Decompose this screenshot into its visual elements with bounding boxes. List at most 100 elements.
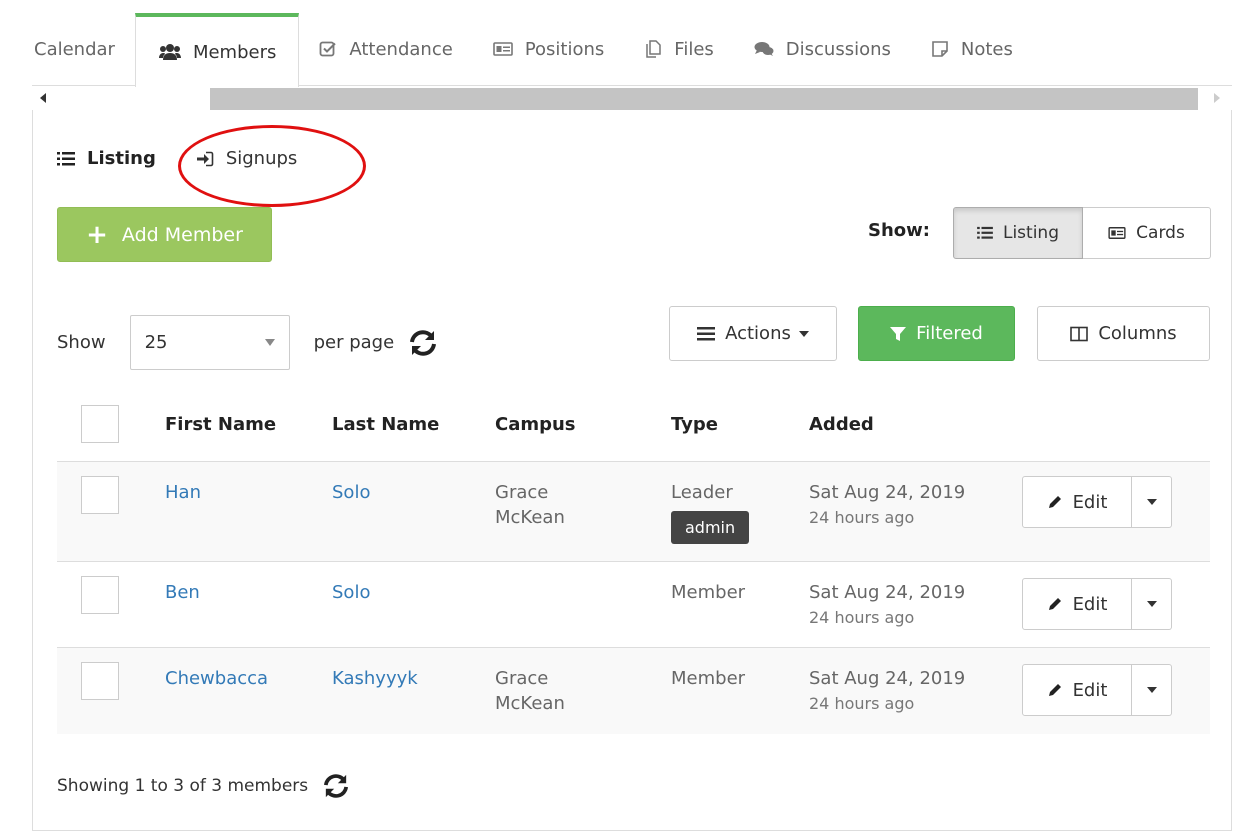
subnav-listing[interactable]: Listing bbox=[57, 148, 156, 169]
table-row: Chewbacca Kashyyyk Grace McKean Member S… bbox=[57, 648, 1210, 734]
row-edit-group: Edit bbox=[1022, 476, 1172, 528]
view-listing-button[interactable]: Listing bbox=[953, 207, 1083, 259]
filtered-button[interactable]: Filtered bbox=[858, 306, 1015, 361]
caret-down-icon bbox=[1146, 601, 1157, 607]
type-value: Member bbox=[671, 668, 746, 689]
edit-dropdown-toggle[interactable] bbox=[1132, 578, 1172, 630]
tab-positions[interactable]: Positions bbox=[473, 13, 624, 85]
note-icon bbox=[931, 40, 949, 58]
tab-notes[interactable]: Notes bbox=[911, 13, 1033, 85]
type-value: Leader bbox=[671, 482, 733, 503]
filtered-label: Filtered bbox=[916, 323, 983, 344]
type-cell: Member bbox=[671, 666, 745, 691]
table-row: Ben Solo Member Sat Aug 24, 2019 24 hour… bbox=[57, 562, 1210, 648]
edit-dropdown-toggle[interactable] bbox=[1132, 476, 1172, 528]
header-campus[interactable]: Campus bbox=[495, 414, 576, 435]
campus-line: McKean bbox=[495, 693, 565, 714]
view-listing-label: Listing bbox=[1002, 223, 1059, 243]
added-ago: 24 hours ago bbox=[809, 694, 915, 713]
edit-label: Edit bbox=[1072, 593, 1108, 615]
columns-button[interactable]: Columns bbox=[1037, 306, 1210, 361]
row-checkbox[interactable] bbox=[81, 662, 119, 700]
edit-dropdown-toggle[interactable] bbox=[1132, 664, 1172, 716]
campus-line: McKean bbox=[495, 507, 565, 528]
select-all-checkbox[interactable] bbox=[81, 405, 119, 443]
tab-files[interactable]: Files bbox=[624, 13, 734, 85]
refresh-icon[interactable] bbox=[408, 329, 438, 356]
pencil-icon bbox=[1047, 596, 1063, 612]
first-name-link[interactable]: Ben bbox=[165, 580, 200, 605]
members-table: First Name Last Name Campus Type Added H… bbox=[57, 390, 1210, 734]
last-name-link[interactable]: Kashyyyk bbox=[332, 666, 418, 691]
status-badge: admin bbox=[671, 511, 750, 544]
check-square-icon bbox=[319, 40, 337, 58]
caret-down-icon bbox=[1146, 499, 1157, 505]
add-member-label: Add Member bbox=[121, 223, 243, 246]
type-cell: Member bbox=[671, 580, 745, 605]
chevron-down-icon bbox=[264, 339, 275, 346]
edit-label: Edit bbox=[1072, 679, 1108, 701]
row-checkbox[interactable] bbox=[81, 476, 119, 514]
per-page-suffix: per page bbox=[313, 332, 395, 353]
first-name-link[interactable]: Chewbacca bbox=[165, 666, 268, 691]
edit-button[interactable]: Edit bbox=[1022, 578, 1132, 630]
campus-line: Grace bbox=[495, 482, 549, 503]
tab-attendance[interactable]: Attendance bbox=[299, 13, 472, 85]
header-added[interactable]: Added bbox=[809, 414, 874, 435]
summary-text: Showing 1 to 3 of 3 members bbox=[57, 776, 309, 796]
row-edit-group: Edit bbox=[1022, 664, 1172, 716]
added-ago: 24 hours ago bbox=[809, 508, 915, 527]
id-card-icon bbox=[1108, 226, 1126, 240]
tab-scrollbar[interactable] bbox=[32, 88, 1232, 110]
tab-label: Members bbox=[192, 41, 277, 63]
comments-icon bbox=[754, 41, 774, 57]
plus-icon: + bbox=[86, 219, 108, 250]
campus-cell: Grace McKean bbox=[495, 666, 565, 716]
last-name-link[interactable]: Solo bbox=[332, 580, 370, 605]
per-page-prefix: Show bbox=[57, 332, 106, 353]
header-last-name[interactable]: Last Name bbox=[332, 414, 439, 435]
per-page-select[interactable]: 25 bbox=[129, 315, 290, 370]
row-checkbox[interactable] bbox=[81, 576, 119, 614]
added-date: Sat Aug 24, 2019 bbox=[809, 482, 966, 503]
tab-label: Positions bbox=[524, 38, 605, 60]
view-cards-label: Cards bbox=[1136, 223, 1185, 243]
edit-label: Edit bbox=[1072, 491, 1108, 513]
tab-label: Attendance bbox=[349, 38, 453, 60]
members-panel: Listing Signups + Add Member Show: Listi… bbox=[32, 110, 1232, 831]
add-member-button[interactable]: + Add Member bbox=[57, 207, 272, 262]
first-name-link[interactable]: Han bbox=[165, 480, 201, 505]
table-summary: Showing 1 to 3 of 3 members bbox=[57, 774, 350, 798]
id-card-icon bbox=[493, 41, 513, 57]
actions-button[interactable]: Actions bbox=[669, 306, 837, 361]
tab-bar: Calendar Members Attendance Positions Fi… bbox=[32, 13, 1232, 87]
scrollbar-thumb[interactable] bbox=[210, 88, 1198, 110]
bars-icon bbox=[697, 326, 716, 341]
tab-members[interactable]: Members bbox=[134, 13, 300, 87]
view-show-label: Show: bbox=[868, 220, 930, 241]
filter-icon bbox=[890, 326, 907, 342]
caret-down-icon bbox=[1146, 687, 1157, 693]
users-icon bbox=[158, 43, 181, 61]
scroll-right-arrow-icon[interactable] bbox=[1214, 93, 1220, 103]
header-type[interactable]: Type bbox=[671, 414, 718, 435]
refresh-icon[interactable] bbox=[322, 774, 350, 798]
header-first-name[interactable]: First Name bbox=[165, 414, 276, 435]
edit-button[interactable]: Edit bbox=[1022, 476, 1132, 528]
scroll-left-arrow-icon[interactable] bbox=[40, 93, 46, 103]
campus-line: Grace bbox=[495, 668, 549, 689]
actions-label: Actions bbox=[725, 323, 791, 344]
added-cell: Sat Aug 24, 2019 24 hours ago bbox=[809, 480, 965, 530]
tab-discussions[interactable]: Discussions bbox=[734, 13, 911, 85]
tab-label: Notes bbox=[960, 38, 1013, 60]
list-icon bbox=[57, 151, 75, 167]
view-cards-button[interactable]: Cards bbox=[1083, 207, 1211, 259]
added-date: Sat Aug 24, 2019 bbox=[809, 668, 966, 689]
per-page-control: Show 25 per page bbox=[57, 315, 438, 370]
last-name-link[interactable]: Solo bbox=[332, 480, 370, 505]
edit-button[interactable]: Edit bbox=[1022, 664, 1132, 716]
per-page-value: 25 bbox=[144, 332, 168, 353]
table-row: Han Solo Grace McKean Leader admin Sat A… bbox=[57, 462, 1210, 562]
table-header: First Name Last Name Campus Type Added bbox=[57, 390, 1210, 462]
tab-calendar[interactable]: Calendar bbox=[32, 13, 135, 85]
